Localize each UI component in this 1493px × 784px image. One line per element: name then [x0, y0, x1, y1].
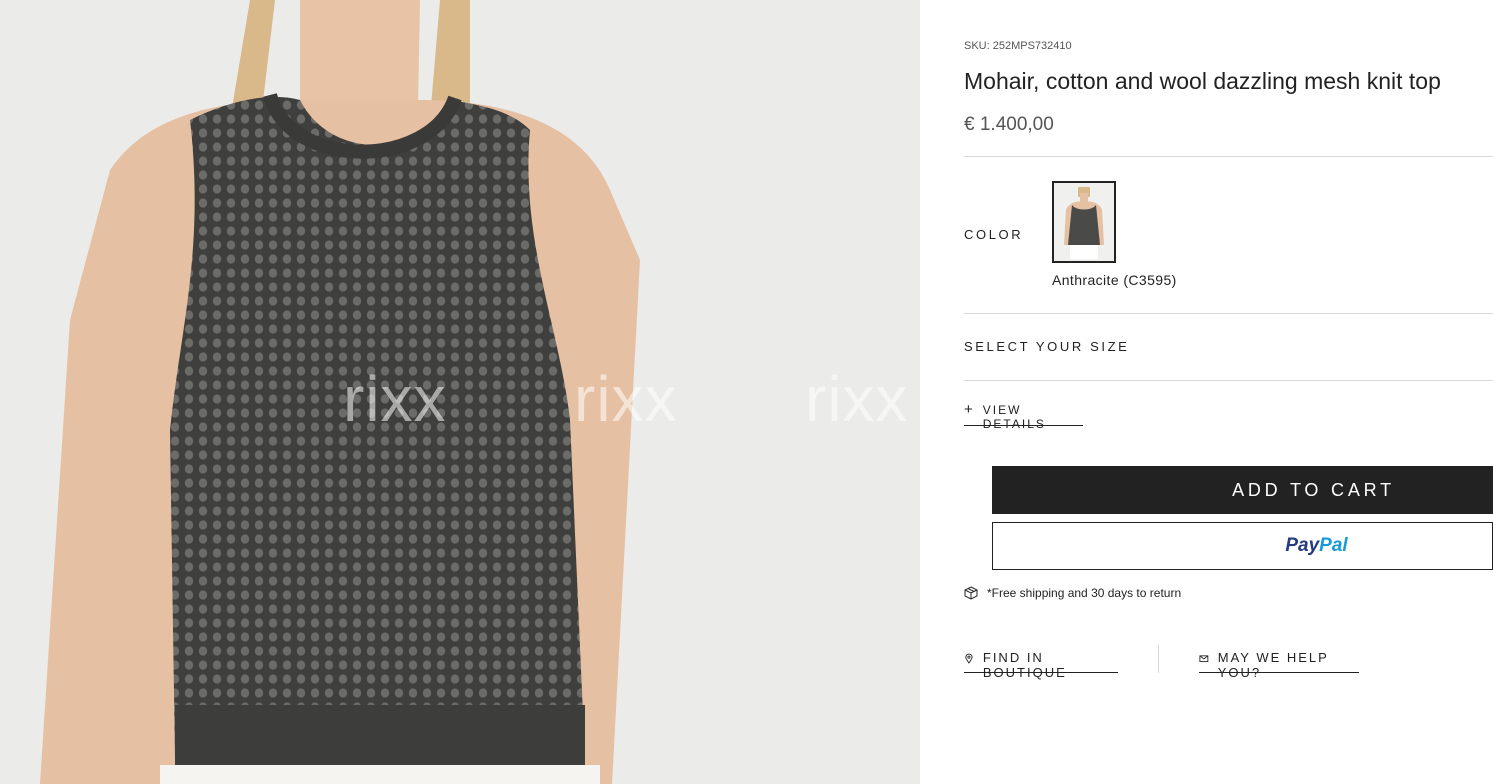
envelope-icon	[1199, 655, 1209, 663]
may-we-help-you-link[interactable]: MAY WE HELP YOU?	[1199, 650, 1359, 680]
paypal-logo-pay: Pay	[1285, 535, 1320, 556]
product-title: Mohair, cotton and wool dazzling mesh kn…	[964, 68, 1441, 94]
product-photo-illustration	[40, 0, 640, 784]
divider	[964, 313, 1493, 314]
watermark-text: rixx	[574, 363, 678, 435]
color-label: COLOR	[964, 227, 1024, 242]
paypal-logo-pal: Pal	[1319, 535, 1348, 556]
size-selector[interactable]: SELECT YOUR SIZE	[964, 339, 1129, 354]
swatch-thumbnail	[1054, 183, 1114, 261]
product-sku: SKU: 252MPS732410	[964, 40, 1072, 52]
shipping-info: *Free shipping and 30 days to return	[964, 586, 1181, 600]
product-info-panel: SKU: 252MPS732410 Mohair, cotton and woo…	[964, 0, 1493, 784]
watermark-text: rixx	[343, 363, 447, 435]
add-to-cart-button[interactable]: ADD TO CART	[992, 466, 1493, 514]
divider	[964, 380, 1493, 381]
find-in-boutique-label: FIND IN BOUTIQUE	[982, 650, 1067, 680]
may-we-help-you-label: MAY WE HELP YOU?	[1217, 650, 1329, 680]
color-swatch-anthracite[interactable]	[1052, 181, 1116, 263]
shipping-text: *Free shipping and 30 days to return	[987, 586, 1182, 600]
view-details-label: VIEW DETAILS	[982, 403, 1046, 431]
package-icon	[964, 586, 978, 600]
find-in-boutique-link[interactable]: FIND IN BOUTIQUE	[964, 650, 1118, 680]
paypal-button[interactable]: Pay Pal	[992, 522, 1493, 570]
location-pin-icon	[965, 653, 973, 664]
divider	[1158, 645, 1159, 673]
divider	[964, 156, 1493, 157]
selected-color-name: Anthracite (C3595)	[1052, 272, 1177, 288]
watermark-text: rixx	[805, 363, 909, 435]
product-price: € 1.400,00	[964, 114, 1054, 135]
product-image[interactable]: rixx rixx rixx	[0, 0, 920, 784]
view-details-toggle[interactable]: + VIEW DETAILS	[964, 401, 1083, 431]
plus-icon: +	[964, 401, 975, 418]
